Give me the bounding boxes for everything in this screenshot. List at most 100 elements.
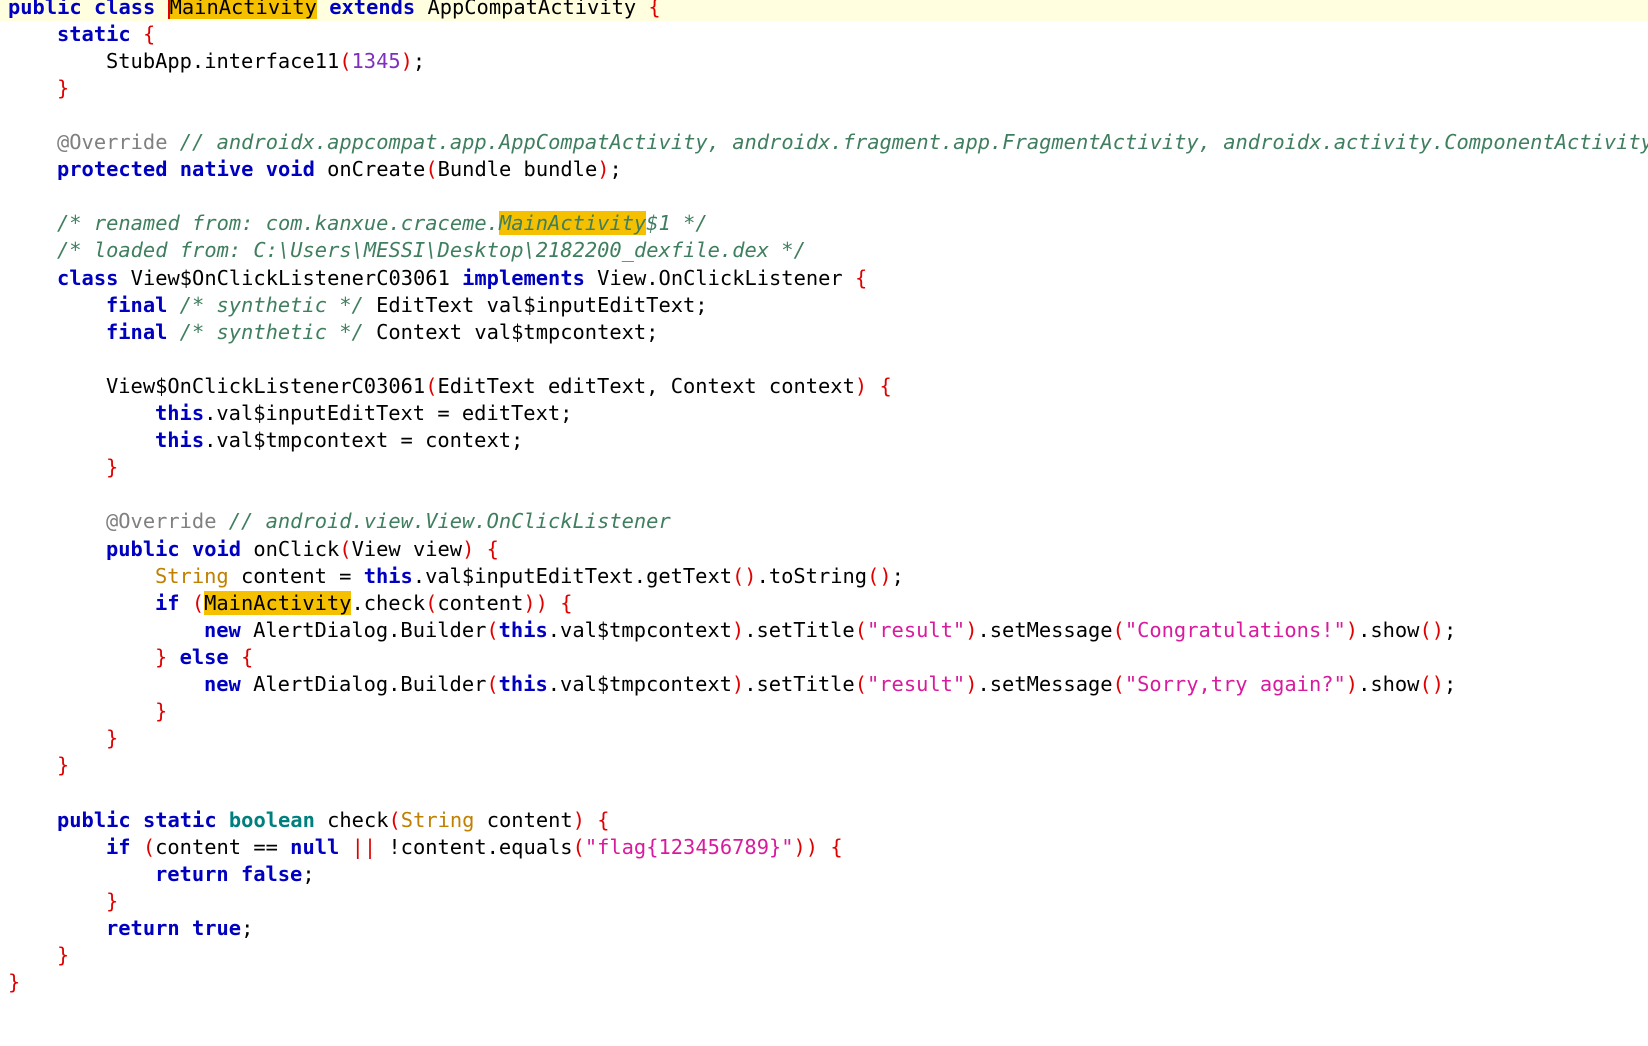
code-token: {	[560, 590, 573, 615]
code-line[interactable]: if (content == null || !content.equals("…	[0, 834, 1648, 861]
code-token: ;	[891, 563, 904, 588]
code-line[interactable]: String content = this.val$inputEditText.…	[0, 563, 1648, 590]
code-token: }	[106, 455, 119, 480]
code-line[interactable]: if (MainActivity.check(content)) {	[0, 590, 1648, 617]
code-token: this	[155, 401, 205, 425]
code-token: "result"	[866, 672, 966, 696]
code-line[interactable]: public class MainActivity extends AppCom…	[0, 0, 1648, 21]
code-token: (	[191, 590, 205, 615]
code-token: ;	[1444, 672, 1457, 696]
code-line[interactable]: }	[0, 888, 1648, 915]
code-line[interactable]: new AlertDialog.Builder(this.val$tmpcont…	[0, 617, 1648, 644]
code-token: check	[314, 807, 389, 832]
code-token: if	[106, 834, 131, 859]
code-line[interactable]: }	[0, 698, 1648, 725]
code-line[interactable]: }	[0, 454, 1648, 481]
code-token: @Override	[57, 130, 168, 154]
code-line[interactable]: }	[0, 75, 1648, 102]
code-line[interactable]: }	[0, 752, 1648, 779]
code-line[interactable]	[0, 779, 1648, 806]
code-line[interactable]: }	[0, 942, 1648, 969]
search-highlight: MainActivity	[204, 590, 352, 615]
code-token: (	[572, 834, 585, 859]
code-editor[interactable]: public class MainActivity extends AppCom…	[0, 0, 1648, 1046]
code-token: this	[498, 617, 548, 642]
code-line[interactable]	[0, 346, 1648, 373]
code-token: ||	[351, 834, 377, 859]
code-line[interactable]: /* loaded from: C:\Users\MESSI\Desktop\2…	[0, 237, 1648, 264]
code-token: }	[57, 753, 70, 778]
code-line[interactable]: }	[0, 969, 1648, 996]
code-token: (	[339, 536, 352, 561]
code-token: ()	[732, 563, 757, 588]
code-line[interactable]: } else {	[0, 644, 1648, 671]
code-token: )	[731, 672, 745, 696]
code-token: (	[1112, 617, 1125, 642]
code-token: AlertDialog.Builder	[240, 672, 487, 696]
code-token: ;	[609, 157, 622, 182]
code-token: StubApp.interface11	[106, 48, 340, 73]
code-token: .val$tmpcontext = context;	[204, 428, 524, 453]
code-line[interactable]: final /* synthetic */ EditText val$input…	[0, 292, 1648, 319]
code-token: protected	[57, 157, 168, 182]
code-token: @Override	[106, 509, 217, 534]
code-token: }	[57, 943, 70, 967]
code-token: EditText editText, Context context	[437, 373, 855, 398]
code-token: true	[191, 915, 242, 940]
code-token: new	[204, 672, 241, 696]
code-line[interactable]: @Override // android.view.View.OnClickLi…	[0, 508, 1648, 535]
code-token: return	[155, 861, 229, 886]
code-line[interactable]: this.val$inputEditText = editText;	[0, 400, 1648, 427]
code-token: "Sorry,try again?"	[1124, 672, 1346, 696]
code-token: .setTitle	[744, 672, 855, 696]
code-line[interactable]: final /* synthetic */ Context val$tmpcon…	[0, 319, 1648, 346]
code-token: View$OnClickListenerC03061	[106, 373, 426, 398]
code-line[interactable]: static {	[0, 21, 1648, 48]
code-line[interactable]: return false;	[0, 861, 1648, 888]
code-token: ;	[241, 915, 254, 940]
code-line[interactable]: StubApp.interface11(1345);	[0, 48, 1648, 75]
code-token: content	[474, 807, 573, 832]
code-line[interactable]: View$OnClickListenerC03061(EditText edit…	[0, 373, 1648, 400]
code-token: new	[204, 617, 241, 642]
code-token: !content.equals	[376, 834, 573, 859]
code-line[interactable]: public static boolean check(String conte…	[0, 807, 1648, 834]
code-line[interactable]	[0, 481, 1648, 508]
code-token: /* loaded from: C:\Users\MESSI\Desktop\2…	[57, 238, 806, 263]
code-line[interactable]: }	[0, 725, 1648, 752]
code-token: void	[265, 157, 315, 182]
code-line[interactable]: protected native void onCreate(Bundle bu…	[0, 156, 1648, 183]
code-token: (	[854, 617, 867, 642]
code-token: static	[57, 21, 131, 46]
code-line[interactable]	[0, 183, 1648, 210]
code-token: false	[240, 861, 303, 886]
code-token: $1 */	[646, 211, 708, 236]
code-token: Bundle bundle	[437, 157, 598, 182]
code-line[interactable]: new AlertDialog.Builder(this.val$tmpcont…	[0, 671, 1648, 698]
code-token: (	[142, 834, 156, 859]
code-token: }	[155, 644, 168, 669]
code-line[interactable]: class View$OnClickListenerC03061 impleme…	[0, 265, 1648, 292]
code-line[interactable]	[0, 102, 1648, 129]
code-token: class	[93, 0, 156, 19]
code-token: (	[425, 590, 438, 615]
code-line[interactable]: /* renamed from: com.kanxue.craceme.Main…	[0, 210, 1648, 237]
code-line[interactable]: this.val$tmpcontext = context;	[0, 427, 1648, 454]
code-token: )	[400, 48, 413, 73]
code-token: boolean	[228, 807, 315, 832]
code-token: if	[155, 590, 180, 615]
code-token: )	[1345, 617, 1359, 642]
code-line[interactable]: public void onClick(View view) {	[0, 536, 1648, 563]
code-token: "Congratulations!"	[1124, 617, 1346, 642]
code-line[interactable]: @Override // androidx.appcompat.app.AppC…	[0, 129, 1648, 156]
code-token: ))	[793, 834, 819, 859]
code-line[interactable]: return true;	[0, 915, 1648, 942]
search-highlight: MainActivity	[167, 0, 317, 19]
code-token: native	[179, 157, 254, 182]
code-token: }	[106, 888, 119, 913]
